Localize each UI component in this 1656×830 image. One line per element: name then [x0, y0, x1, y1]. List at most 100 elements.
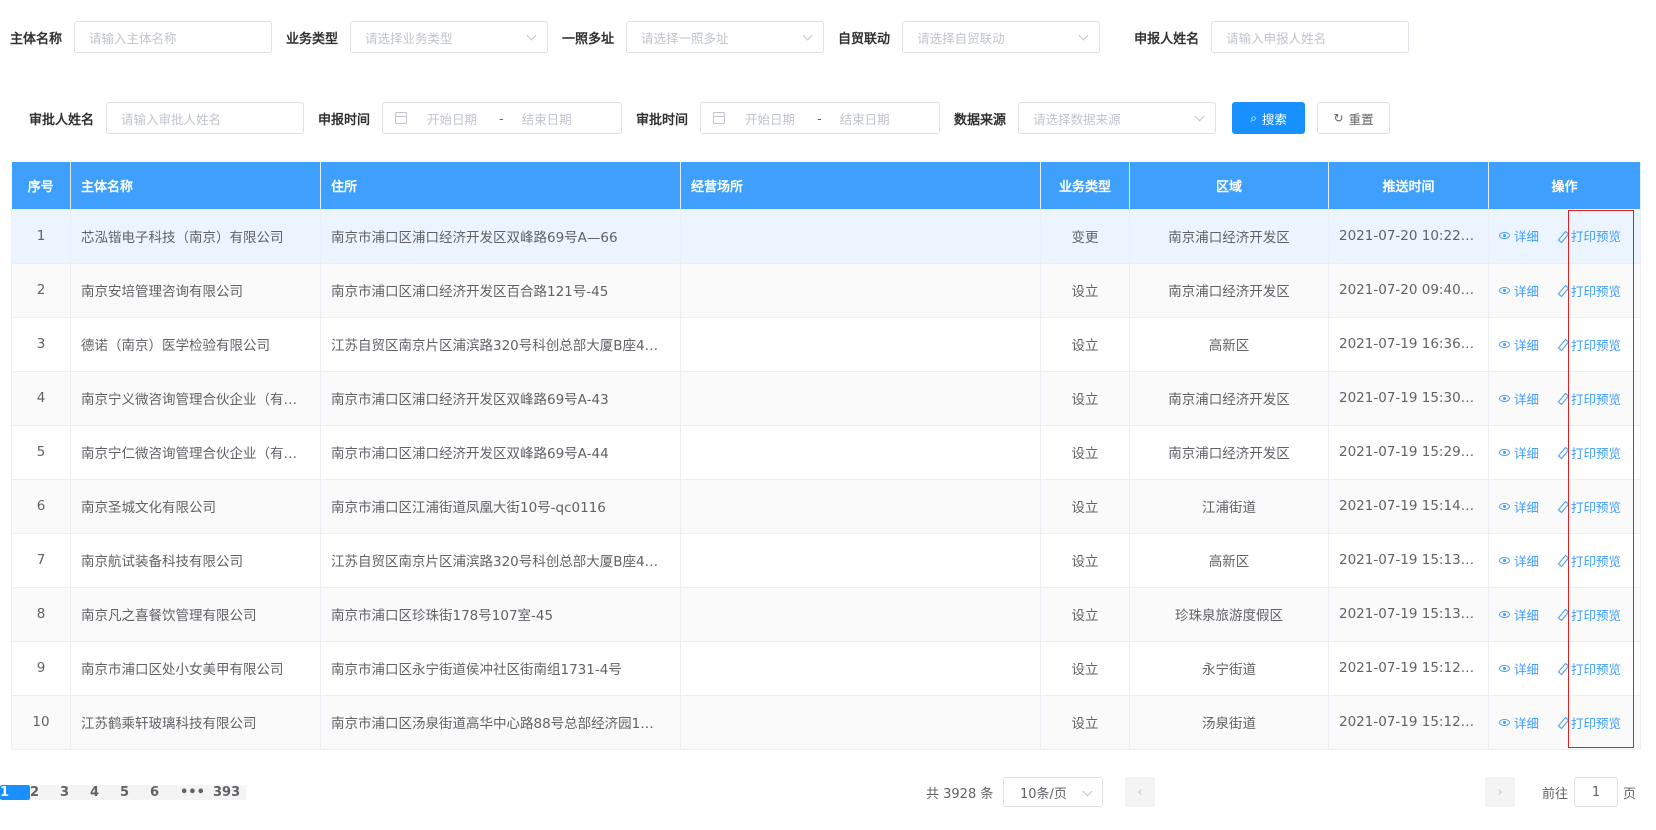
- row-business-place: [680, 371, 1041, 426]
- print-preview-link[interactable]: 打印预览: [1557, 605, 1621, 624]
- row-push-time: 2021-07-19 15:13:19: [1328, 587, 1489, 642]
- print-preview-link[interactable]: 打印预览: [1557, 659, 1621, 678]
- table-row[interactable]: 9 南京市浦口区处小女美甲有限公司 南京市浦口区永宁街道侯冲社区街南组1731-4号…: [11, 641, 1641, 696]
- print-preview-link[interactable]: 打印预览: [1557, 443, 1621, 462]
- eye-icon: [1499, 502, 1510, 510]
- calendar-icon: [713, 112, 726, 124]
- row-address: 南京市浦口区汤泉街道高华中心路88号总部经济园1…: [320, 695, 681, 750]
- row-subject-name: 南京航试装备科技有限公司: [70, 533, 321, 588]
- row-index: 2: [11, 263, 71, 318]
- row-business-place: [680, 425, 1041, 480]
- table-row[interactable]: 3 德诺（南京）医学检验有限公司 江苏自贸区南京片区浦滨路320号科创总部大厦B座4…: [11, 317, 1641, 372]
- row-address: 南京市浦口区浦口经济开发区双峰路69号A-43: [320, 371, 681, 426]
- page-button[interactable]: 6: [150, 784, 180, 800]
- report-start-date[interactable]: 开始日期: [427, 109, 477, 128]
- ftz-linkage-select[interactable]: 请选择自贸联动: [902, 21, 1101, 53]
- print-preview-link[interactable]: 打印预览: [1557, 281, 1621, 300]
- detail-link[interactable]: 详细: [1499, 443, 1539, 462]
- row-business-type: 设立: [1040, 587, 1130, 642]
- approver-name-input[interactable]: 请输入审批人姓名: [106, 102, 305, 134]
- table-row[interactable]: 10 江苏鹤乘轩玻璃科技有限公司 南京市浦口区汤泉街道高华中心路88号总部经济园1……: [11, 695, 1641, 750]
- row-business-type: 设立: [1040, 425, 1130, 480]
- table-row[interactable]: 4 南京宁义微咨询管理合伙企业（有… 南京市浦口区浦口经济开发区双峰路69号A-43…: [11, 371, 1641, 426]
- row-region: 高新区: [1129, 317, 1329, 372]
- row-region: 南京浦口经济开发区: [1129, 371, 1329, 426]
- table-row[interactable]: 1 芯泓锴电子科技（南京）有限公司 南京市浦口区浦口经济开发区双峰路69号A—66 变…: [11, 209, 1641, 264]
- calendar-icon: [395, 112, 408, 124]
- detail-link[interactable]: 详细: [1499, 551, 1539, 570]
- approve-end-date[interactable]: 结束日期: [840, 109, 890, 128]
- row-business-type: 设立: [1040, 479, 1130, 534]
- business-type-label: 业务类型: [286, 31, 339, 47]
- ftz-linkage-label: 自贸联动: [838, 31, 891, 47]
- page-button[interactable]: 3: [60, 784, 90, 800]
- reset-button[interactable]: ↻ 重置: [1317, 102, 1391, 134]
- multi-address-select[interactable]: 请选择一照多址: [626, 21, 825, 53]
- table-row[interactable]: 8 南京凡之喜餐饮管理有限公司 南京市浦口区珍珠街178号107室-45 设立 珍珠泉旅…: [11, 587, 1641, 642]
- detail-link[interactable]: 详细: [1499, 497, 1539, 516]
- col-header-subject[interactable]: 主体名称: [70, 162, 321, 209]
- col-header-region[interactable]: 区域: [1129, 162, 1329, 209]
- date-separator: -: [817, 110, 822, 126]
- print-preview-link[interactable]: 打印预览: [1557, 713, 1621, 732]
- row-actions: 详细 打印预览: [1488, 641, 1641, 696]
- row-address: 江苏自贸区南京片区浦滨路320号科创总部大厦B座4…: [320, 533, 681, 588]
- goto-page-input[interactable]: 1: [1574, 777, 1618, 807]
- print-preview-link[interactable]: 打印预览: [1557, 551, 1621, 570]
- col-header-address[interactable]: 住所: [320, 162, 681, 209]
- eye-icon: [1499, 340, 1510, 348]
- eye-icon: [1499, 718, 1510, 726]
- row-region: 南京浦口经济开发区: [1129, 425, 1329, 480]
- row-index: 10: [11, 695, 71, 750]
- next-page-button[interactable]: ›: [1485, 777, 1515, 807]
- edit-icon: [1557, 501, 1567, 511]
- print-preview-link[interactable]: 打印预览: [1557, 389, 1621, 408]
- prev-page-button[interactable]: ‹: [1125, 777, 1155, 807]
- goto-suffix: 页: [1623, 786, 1637, 802]
- detail-link[interactable]: 详细: [1499, 281, 1539, 300]
- report-end-date[interactable]: 结束日期: [522, 109, 572, 128]
- data-source-select[interactable]: 请选择数据来源: [1018, 102, 1217, 134]
- subject-name-input[interactable]: 请输入主体名称: [74, 21, 273, 53]
- page-size-select[interactable]: 10条/页: [1003, 777, 1103, 807]
- report-time-range[interactable]: 开始日期 - 结束日期: [382, 102, 623, 134]
- subject-name-label: 主体名称: [10, 31, 63, 47]
- row-business-type: 设立: [1040, 263, 1130, 318]
- page-button[interactable]: 5: [120, 784, 150, 800]
- table-row[interactable]: 5 南京宁仁微咨询管理合伙企业（有… 南京市浦口区浦口经济开发区双峰路69号A-44…: [11, 425, 1641, 480]
- more-pages-button[interactable]: •••: [180, 784, 213, 800]
- approve-start-date[interactable]: 开始日期: [745, 109, 795, 128]
- edit-icon: [1557, 231, 1567, 241]
- page-button[interactable]: 4: [90, 784, 120, 800]
- page-button[interactable]: 1: [0, 784, 30, 800]
- detail-link[interactable]: 详细: [1499, 226, 1539, 245]
- col-header-index[interactable]: 序号: [11, 162, 71, 209]
- detail-link[interactable]: 详细: [1499, 389, 1539, 408]
- col-header-place[interactable]: 经营场所: [680, 162, 1041, 209]
- table-row[interactable]: 7 南京航试装备科技有限公司 江苏自贸区南京片区浦滨路320号科创总部大厦B座4… 设…: [11, 533, 1641, 588]
- row-index: 8: [11, 587, 71, 642]
- business-type-select[interactable]: 请选择业务类型: [350, 21, 549, 53]
- page-button[interactable]: 393: [213, 784, 246, 800]
- print-preview-link[interactable]: 打印预览: [1557, 497, 1621, 516]
- row-business-type: 变更: [1040, 209, 1130, 264]
- detail-link[interactable]: 详细: [1499, 713, 1539, 732]
- detail-link[interactable]: 详细: [1499, 605, 1539, 624]
- col-header-time[interactable]: 推送时间: [1328, 162, 1489, 209]
- table-row[interactable]: 6 南京圣城文化有限公司 南京市浦口区江浦街道凤凰大街10号-qc0116 设立 江浦街…: [11, 479, 1641, 534]
- detail-link[interactable]: 详细: [1499, 659, 1539, 678]
- row-subject-name: 江苏鹤乘轩玻璃科技有限公司: [70, 695, 321, 750]
- row-business-type: 设立: [1040, 371, 1130, 426]
- data-source-label: 数据来源: [954, 112, 1007, 128]
- applicant-name-input[interactable]: 请输入申报人姓名: [1211, 21, 1410, 53]
- search-button[interactable]: ⌕ 搜索: [1232, 102, 1306, 134]
- eye-icon: [1499, 556, 1510, 564]
- detail-link[interactable]: 详细: [1499, 335, 1539, 354]
- approve-time-range[interactable]: 开始日期 - 结束日期: [700, 102, 941, 134]
- row-index: 6: [11, 479, 71, 534]
- page-button[interactable]: 2: [30, 784, 60, 800]
- col-header-type[interactable]: 业务类型: [1040, 162, 1130, 209]
- print-preview-link[interactable]: 打印预览: [1557, 226, 1621, 245]
- table-row[interactable]: 2 南京安培管理咨询有限公司 南京市浦口区浦口经济开发区百合路121号-45 设立 南京…: [11, 263, 1641, 318]
- print-preview-link[interactable]: 打印预览: [1557, 335, 1621, 354]
